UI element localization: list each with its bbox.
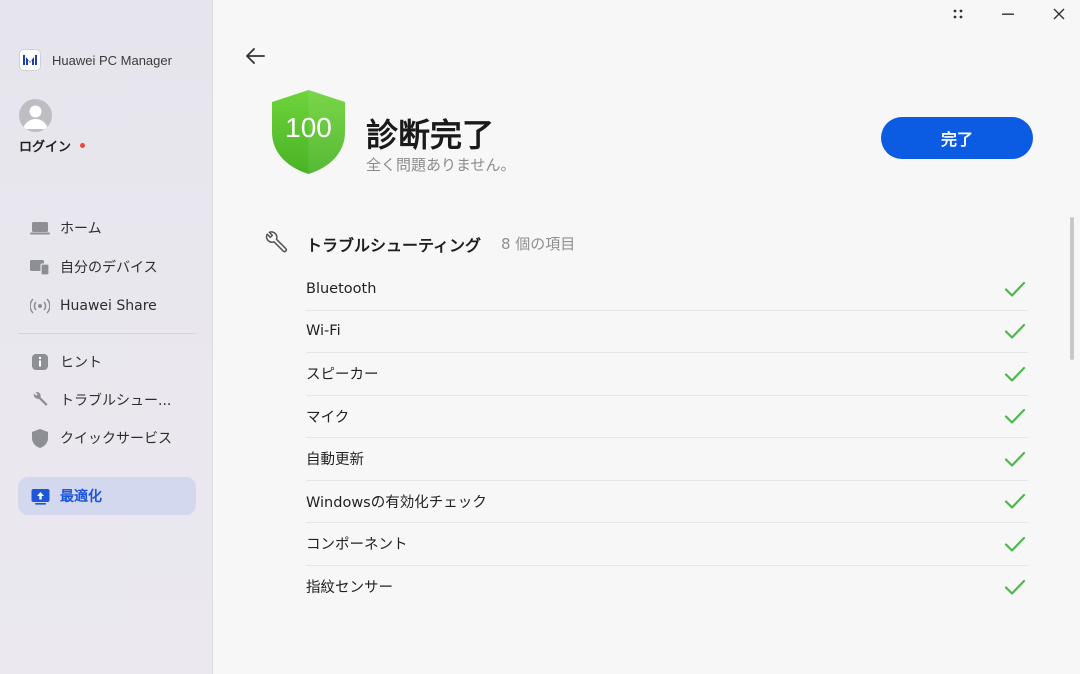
app-logo-icon — [19, 49, 41, 71]
sidebar-item-label: トラブルシュー... — [60, 393, 172, 409]
close-icon[interactable] — [1049, 5, 1069, 23]
list-item: Bluetooth — [306, 268, 1028, 311]
laptop-icon — [30, 218, 50, 238]
check-item-label: Wi-Fi — [306, 323, 341, 340]
notification-dot — [80, 143, 86, 148]
sidebar-item-home[interactable]: ホーム — [18, 209, 196, 247]
check-item-label: Bluetooth — [306, 280, 377, 297]
sidebar-item-huawei-share[interactable]: Huawei Share — [18, 287, 196, 325]
wrench-icon — [30, 390, 50, 410]
devices-icon — [30, 257, 50, 277]
list-item: コンポーネント — [306, 523, 1028, 566]
login-label: ログイン — [19, 140, 72, 155]
sidebar-item-label: 最適化 — [60, 489, 102, 505]
check-list: Bluetooth Wi-Fi スピーカー マイク 自動更新 Windowsの有… — [306, 268, 1028, 608]
sidebar-item-tips[interactable]: ヒント — [18, 343, 196, 381]
status-subtitle: 全く問題ありません。 — [366, 156, 516, 174]
checkmark-icon — [1004, 451, 1026, 467]
checkmark-icon — [1004, 494, 1026, 509]
check-item-label: 指紋センサー — [306, 580, 393, 597]
check-item-label: Windowsの有効化チェック — [306, 494, 487, 511]
done-button[interactable]: 完了 — [881, 117, 1033, 159]
list-item: 自動更新 — [306, 438, 1028, 481]
optimize-icon — [30, 486, 50, 506]
wrench-icon — [263, 230, 289, 256]
scrollbar[interactable] — [1070, 217, 1074, 360]
sidebar-item-troubleshooting[interactable]: トラブルシュー... — [18, 381, 196, 419]
sidebar-item-devices[interactable]: 自分のデバイス — [18, 248, 196, 286]
checkmark-icon — [1004, 366, 1026, 382]
minimize-icon[interactable] — [998, 5, 1018, 23]
brand: Huawei PC Manager — [19, 49, 172, 71]
info-icon — [30, 352, 50, 372]
back-arrow-icon[interactable] — [244, 45, 268, 67]
health-score: 100 — [285, 112, 332, 143]
login-link[interactable]: ログイン — [19, 136, 86, 155]
check-item-label: マイク — [306, 409, 350, 426]
check-item-label: 自動更新 — [306, 452, 364, 469]
list-item: Windowsの有効化チェック — [306, 481, 1028, 523]
sidebar-item-label: 自分のデバイス — [60, 260, 158, 276]
checkmark-icon — [1004, 536, 1026, 552]
checkmark-icon — [1004, 579, 1026, 595]
checkmark-icon — [1004, 409, 1026, 424]
shield-icon — [30, 428, 50, 448]
list-item: Wi-Fi — [306, 311, 1028, 353]
check-item-label: コンポーネント — [306, 537, 408, 554]
check-item-label: スピーカー — [306, 367, 379, 384]
sidebar-item-quick-service[interactable]: クイックサービス — [18, 419, 196, 457]
app-title: Huawei PC Manager — [52, 52, 172, 68]
section-title: トラブルシューティング — [306, 236, 482, 255]
page-title: 診断完了 — [366, 116, 495, 154]
section-count: 8 個の項目 — [501, 235, 576, 253]
list-item: マイク — [306, 396, 1028, 438]
more-options-icon[interactable] — [948, 5, 968, 23]
sidebar-item-optimize[interactable]: 最適化 — [18, 477, 196, 515]
sidebar-item-label: Huawei Share — [60, 298, 157, 314]
sidebar: Huawei PC Manager ログイン ホーム 自分のデバイス Huawe… — [0, 0, 213, 674]
checkmark-icon — [1004, 324, 1026, 339]
share-waves-icon — [30, 296, 50, 316]
avatar[interactable] — [19, 99, 52, 132]
checkmark-icon — [1004, 281, 1026, 297]
sidebar-item-label: クイックサービス — [60, 431, 172, 447]
list-item: スピーカー — [306, 353, 1028, 396]
sidebar-item-label: ホーム — [60, 221, 102, 237]
sidebar-item-label: ヒント — [60, 355, 102, 371]
sidebar-divider — [18, 333, 196, 334]
list-item: 指紋センサー — [306, 566, 1028, 609]
